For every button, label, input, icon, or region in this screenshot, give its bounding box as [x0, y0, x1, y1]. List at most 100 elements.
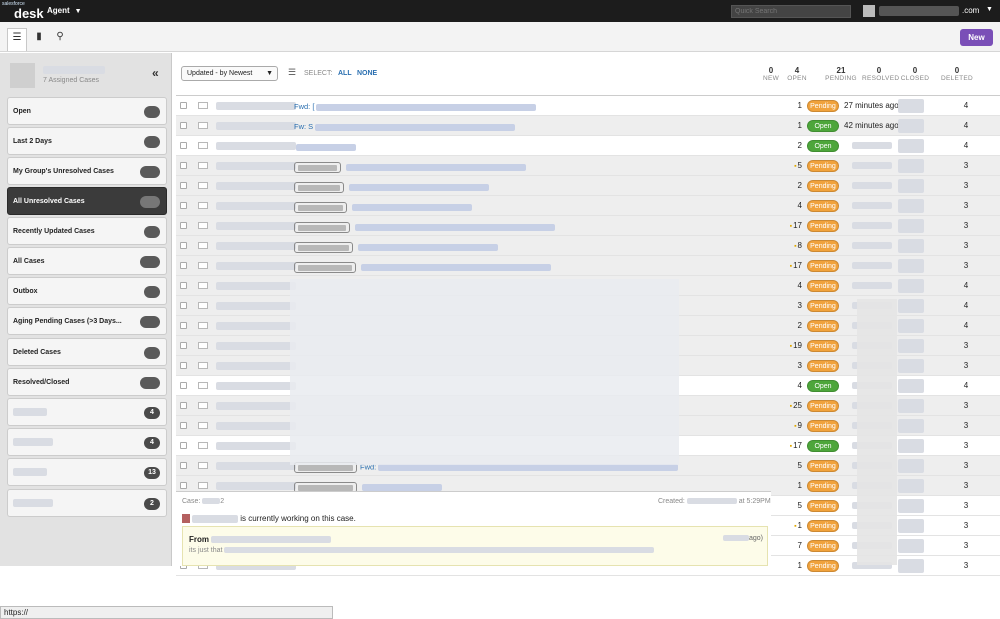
- row-checkbox[interactable]: [180, 202, 187, 209]
- sidebar-filter-label: All Cases: [13, 258, 45, 265]
- agent-menu[interactable]: Agent ▼: [47, 6, 82, 15]
- row-checkbox[interactable]: [180, 222, 187, 229]
- stat-label: DELETED: [940, 75, 974, 82]
- case-subject[interactable]: [294, 242, 498, 253]
- email-channel-icon: [198, 282, 208, 289]
- agent-menu-label: Agent: [47, 6, 70, 15]
- list-view-icon[interactable]: ☰: [7, 28, 27, 51]
- customer-redacted: [216, 482, 296, 490]
- updated-time-redacted: [852, 162, 892, 169]
- table-row[interactable]: ▪5 Pending 3: [176, 156, 1000, 176]
- message-count: ▪17: [789, 441, 802, 450]
- desk-logo[interactable]: salesforce desk: [2, 1, 44, 21]
- stat-closed[interactable]: 0 CLOSED: [898, 66, 932, 82]
- case-subject[interactable]: [294, 142, 356, 151]
- row-checkbox[interactable]: [180, 262, 187, 269]
- status-badge: Pending: [807, 340, 839, 352]
- row-checkbox[interactable]: [180, 462, 187, 469]
- message-count: 2: [797, 141, 802, 150]
- table-row[interactable]: ▪17 Pending 3: [176, 256, 1000, 276]
- row-checkbox[interactable]: [180, 402, 187, 409]
- table-row[interactable]: 2 Open 4: [176, 136, 1000, 156]
- table-row[interactable]: 4 Pending 3: [176, 196, 1000, 216]
- status-badge: Pending: [807, 360, 839, 372]
- count-badge: [140, 196, 160, 208]
- stat-open[interactable]: 4 OPEN: [780, 66, 814, 82]
- sidebar-filter-item[interactable]: 4: [7, 398, 167, 426]
- stat-deleted[interactable]: 0 DELETED: [940, 66, 974, 82]
- sidebar-filter-item[interactable]: All Cases: [7, 247, 167, 275]
- sidebar-filter-item[interactable]: Outbox: [7, 277, 167, 305]
- sidebar-filter-item[interactable]: Last 2 Days: [7, 127, 167, 155]
- table-row[interactable]: 2 Pending 3: [176, 176, 1000, 196]
- select-none-link[interactable]: NONE: [357, 70, 377, 77]
- email-channel-icon: [198, 342, 208, 349]
- row-checkbox[interactable]: [180, 122, 187, 129]
- table-row[interactable]: Fwd: [1 Pending 27 minutes ago 4: [176, 96, 1000, 116]
- updated-time-redacted: [852, 242, 892, 249]
- table-row[interactable]: Fw: S 1 Open 42 minutes ago 4: [176, 116, 1000, 136]
- search-icon[interactable]: ⚲: [50, 28, 70, 47]
- quick-search-input[interactable]: [731, 5, 851, 18]
- customer-redacted: [216, 122, 296, 130]
- case-subject[interactable]: [294, 162, 526, 173]
- sidebar-filter-item[interactable]: Recently Updated Cases: [7, 217, 167, 245]
- case-subject[interactable]: Fwd: [: [294, 102, 537, 111]
- sidebar-filter-item[interactable]: Deleted Cases: [7, 338, 167, 366]
- message-count: 4: [797, 381, 802, 390]
- case-subject[interactable]: [294, 182, 489, 193]
- stat-pending[interactable]: 21 PENDING: [824, 66, 858, 82]
- created-label: Created: at 5:29PM: [658, 498, 771, 505]
- case-subject[interactable]: Fw: S: [294, 122, 516, 131]
- sidebar-filter-item[interactable]: 4: [7, 428, 167, 456]
- sidebar-filter-item[interactable]: Aging Pending Cases (>3 Days...: [7, 307, 167, 335]
- case-subject[interactable]: [294, 202, 472, 213]
- row-checkbox[interactable]: [180, 422, 187, 429]
- row-checkbox[interactable]: [180, 282, 187, 289]
- sidebar-filter-item[interactable]: 2: [7, 489, 167, 517]
- status-badge: Pending: [807, 400, 839, 412]
- priority: 4: [963, 321, 969, 330]
- row-checkbox[interactable]: [180, 362, 187, 369]
- table-row[interactable]: ▪8 Pending 3: [176, 236, 1000, 256]
- row-checkbox[interactable]: [180, 102, 187, 109]
- knowledge-book-icon[interactable]: ▮: [29, 28, 49, 47]
- select-all-link[interactable]: ALL: [338, 70, 352, 77]
- chevron-down-icon[interactable]: ▼: [986, 6, 993, 13]
- row-checkbox[interactable]: [180, 302, 187, 309]
- case-subject[interactable]: [294, 222, 555, 233]
- row-checkbox[interactable]: [180, 442, 187, 449]
- row-checkbox[interactable]: [180, 342, 187, 349]
- row-checkbox[interactable]: [180, 162, 187, 169]
- row-checkbox[interactable]: [180, 182, 187, 189]
- user-avatar[interactable]: [863, 5, 875, 17]
- sidebar-filter-item[interactable]: Open: [7, 97, 167, 125]
- message-preview[interactable]: From ago) its just that: [182, 526, 768, 566]
- email-channel-icon: [198, 442, 208, 449]
- user-email-redacted[interactable]: [879, 6, 959, 16]
- new-case-button[interactable]: New: [960, 29, 993, 46]
- row-checkbox[interactable]: [180, 322, 187, 329]
- row-checkbox[interactable]: [180, 482, 187, 489]
- priority: 3: [963, 401, 969, 410]
- collapse-sidebar-icon[interactable]: «: [152, 66, 159, 80]
- sidebar-filter-item[interactable]: 13: [7, 458, 167, 486]
- comment-icon: ▪: [794, 163, 797, 170]
- assignee-redacted: [898, 559, 924, 573]
- case-subject[interactable]: [294, 262, 551, 273]
- sidebar-filter-label: My Group's Unresolved Cases: [13, 168, 114, 175]
- case-label-tag: [294, 162, 341, 173]
- email-channel-icon: [198, 302, 208, 309]
- row-checkbox[interactable]: [180, 242, 187, 249]
- sort-select[interactable]: Updated - by Newest ▼: [181, 66, 278, 81]
- table-row[interactable]: ▪17 Pending 3: [176, 216, 1000, 236]
- row-checkbox[interactable]: [180, 382, 187, 389]
- updated-time-redacted: [852, 222, 892, 229]
- sidebar-filter-item[interactable]: My Group's Unresolved Cases: [7, 157, 167, 185]
- stat-resolved[interactable]: 0 RESOLVED: [862, 66, 899, 82]
- priority: 3: [963, 201, 969, 210]
- list-options-icon[interactable]: ☰: [288, 67, 296, 78]
- row-checkbox[interactable]: [180, 142, 187, 149]
- sidebar-filter-item[interactable]: Resolved/Closed: [7, 368, 167, 396]
- sidebar-filter-item[interactable]: All Unresolved Cases: [7, 187, 167, 215]
